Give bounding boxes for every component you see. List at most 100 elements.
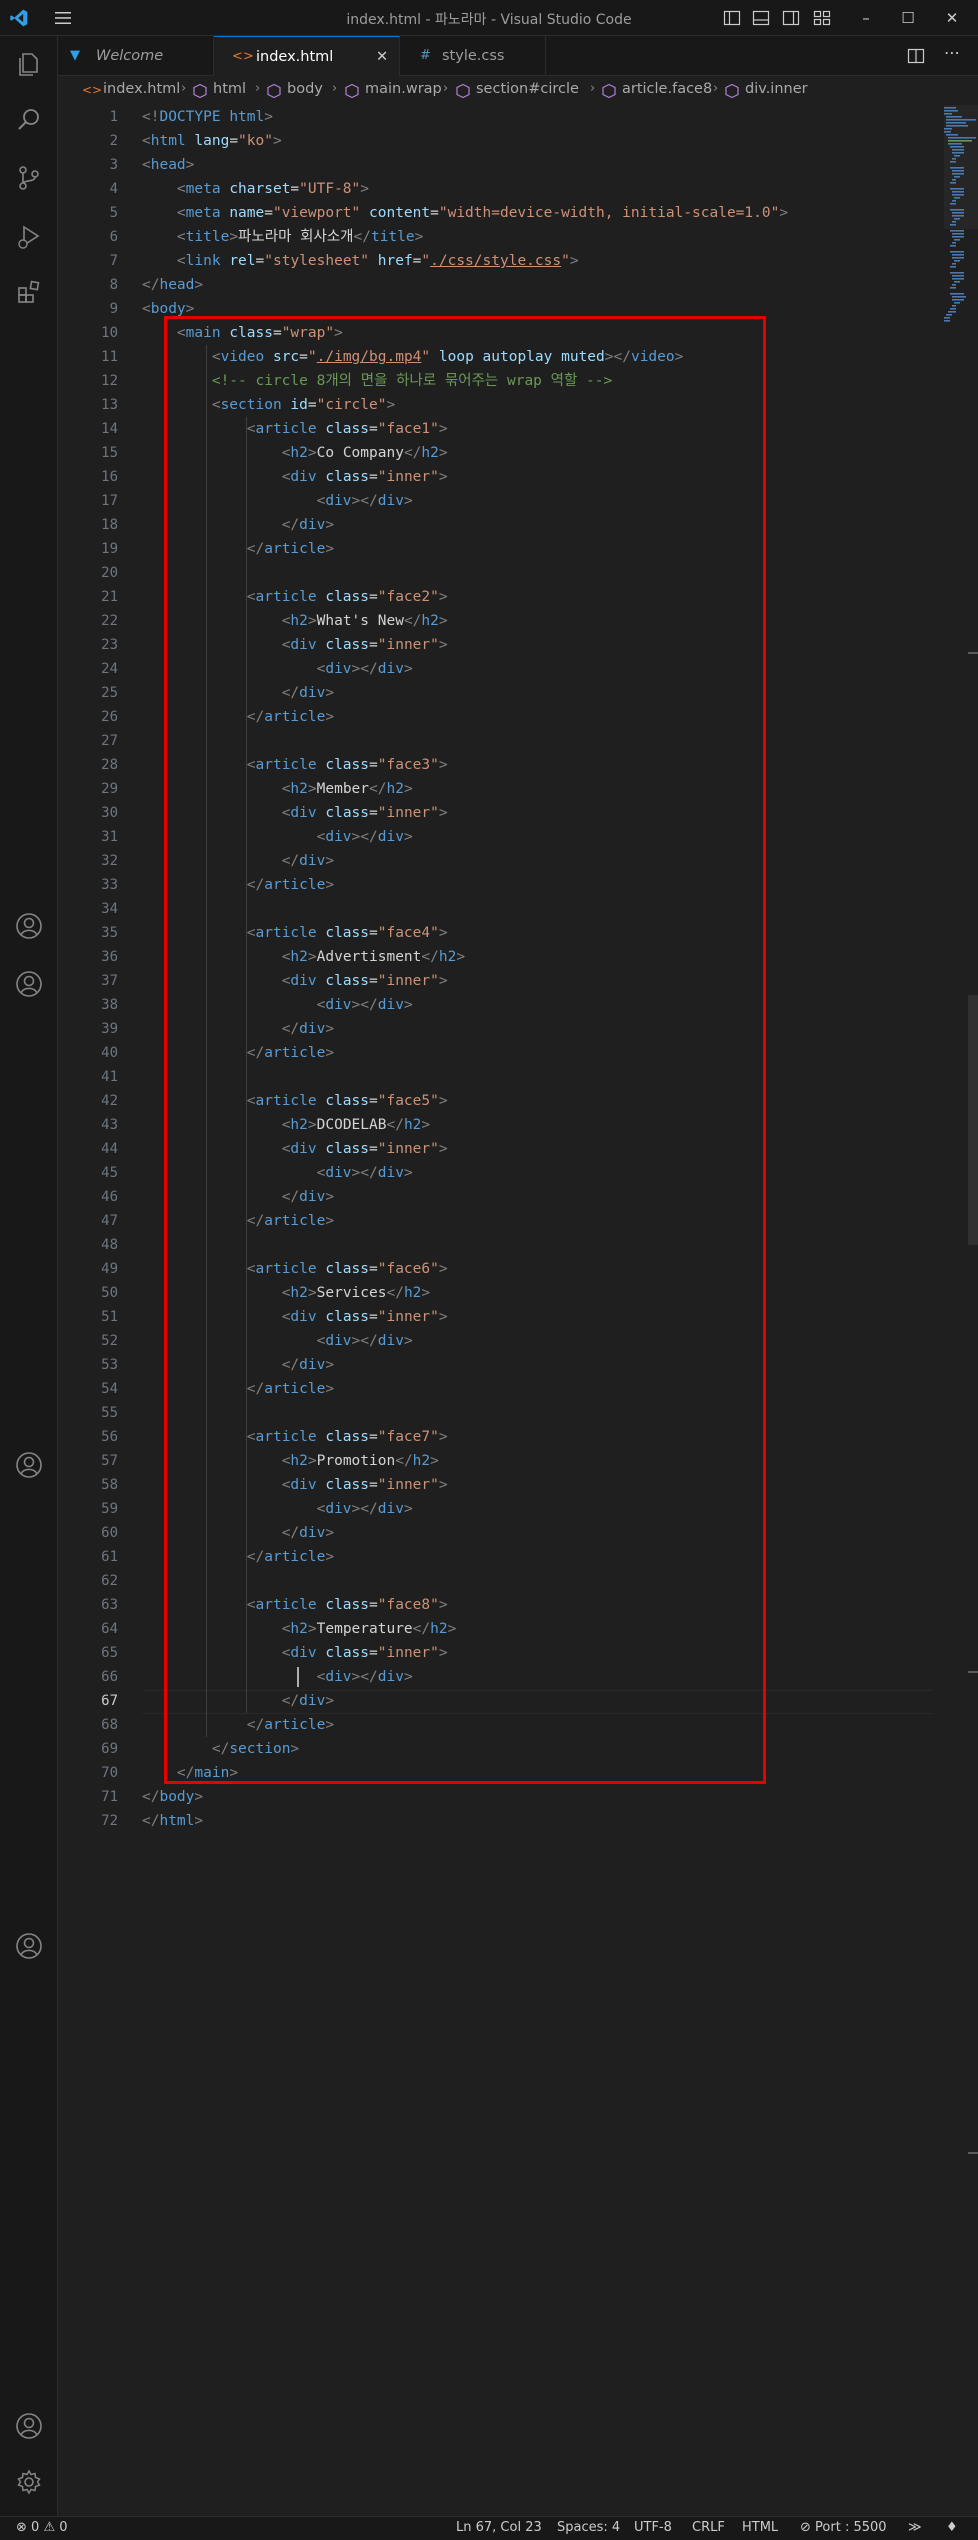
tab-welcome[interactable]: ▼ Welcome <box>58 36 214 76</box>
code-line[interactable]: <div class="inner"> <box>142 1641 448 1665</box>
code-line[interactable]: </div> <box>142 513 334 537</box>
code-line[interactable]: <article class="face7"> <box>142 1425 448 1449</box>
code-line[interactable]: <video src="./img/bg.mp4" loop autoplay … <box>142 345 684 369</box>
breadcrumb-item[interactable]: body <box>287 81 323 97</box>
close-window-icon[interactable]: ✕ <box>940 6 964 30</box>
code-line[interactable]: </article> <box>142 537 334 561</box>
breadcrumb-item[interactable]: html <box>213 81 246 97</box>
code-line[interactable]: <div class="inner"> <box>142 801 448 825</box>
code-line[interactable]: <div></div> <box>142 657 413 681</box>
code-line[interactable]: <article class="face1"> <box>142 417 448 441</box>
breadcrumb-item[interactable]: index.html <box>103 81 180 97</box>
code-line[interactable]: <div class="inner"> <box>142 633 448 657</box>
code-line[interactable]: <h2>Co Company</h2> <box>142 441 448 465</box>
code-line[interactable]: <h2>Temperature</h2> <box>142 1617 457 1641</box>
code-line[interactable]: <h2>What's New</h2> <box>142 609 448 633</box>
code-line[interactable]: </article> <box>142 1209 334 1233</box>
code-line[interactable]: <article class="face2"> <box>142 585 448 609</box>
code-line[interactable]: <div></div> <box>142 1665 413 1689</box>
encoding[interactable]: UTF-8 <box>634 2520 672 2535</box>
tab-index-html[interactable]: <> index.html ✕ <box>214 36 400 77</box>
code-line[interactable]: </article> <box>142 1041 334 1065</box>
search-icon[interactable] <box>13 104 45 136</box>
code-line[interactable]: </div> <box>142 1185 334 1209</box>
accounts-icon[interactable] <box>13 2410 45 2442</box>
code-line[interactable]: </div> <box>142 1521 334 1545</box>
code-line[interactable]: <!-- circle 8개의 면을 하나로 묶어주는 wrap 역할 --> <box>142 369 612 393</box>
more-actions-icon[interactable]: ⋯ <box>942 45 962 66</box>
toggle-panel-icon[interactable] <box>751 8 771 28</box>
code-line[interactable]: <h2>DCODELAB</h2> <box>142 1113 430 1137</box>
code-line[interactable]: </article> <box>142 705 334 729</box>
code-line[interactable]: </html> <box>142 1809 203 1833</box>
code-line[interactable]: <div></div> <box>142 489 413 513</box>
code-line[interactable]: <article class="face4"> <box>142 921 448 945</box>
tab-style-css[interactable]: # style.css <box>400 36 546 76</box>
code-line[interactable]: <div></div> <box>142 1161 413 1185</box>
code-line[interactable]: </body> <box>142 1785 203 1809</box>
code-line[interactable]: <body> <box>142 297 194 321</box>
problems-indicator[interactable]: ⊗ 0 ⚠ 0 <box>16 2520 68 2535</box>
code-line[interactable]: </article> <box>142 1377 334 1401</box>
breadcrumb-item[interactable]: main.wrap <box>365 81 442 97</box>
code-line[interactable]: </div> <box>142 1353 334 1377</box>
close-tab-icon[interactable]: ✕ <box>376 37 388 77</box>
code-line[interactable]: <div></div> <box>142 825 413 849</box>
source-control-icon[interactable] <box>13 162 45 194</box>
code-line[interactable]: <title>파노라마 회사소개</title> <box>142 225 423 249</box>
code-lines[interactable]: <!DOCTYPE html> <html lang="ko"> <head> <m… <box>142 105 932 2495</box>
code-line[interactable]: </head> <box>142 273 203 297</box>
code-line[interactable]: <article class="face5"> <box>142 1089 448 1113</box>
code-line[interactable]: <h2>Promotion</h2> <box>142 1449 439 1473</box>
extensions-icon[interactable] <box>13 276 45 308</box>
toggle-secondary-sidebar-icon[interactable] <box>781 8 801 28</box>
code-line[interactable]: <div class="inner"> <box>142 1305 448 1329</box>
toggle-primary-sidebar-icon[interactable] <box>722 8 742 28</box>
minimize-icon[interactable]: – <box>854 6 878 30</box>
account-icon-3[interactable] <box>13 1449 45 1481</box>
end-of-line[interactable]: CRLF <box>692 2520 725 2535</box>
code-line[interactable]: <div class="inner"> <box>142 1473 448 1497</box>
code-line[interactable]: <div></div> <box>142 1497 413 1521</box>
split-editor-icon[interactable] <box>906 46 926 66</box>
code-line[interactable]: <div class="inner"> <box>142 465 448 489</box>
code-line[interactable]: <div></div> <box>142 1329 413 1353</box>
account-icon-2[interactable] <box>13 968 45 1000</box>
live-server-port[interactable]: ⊘ Port : 5500 <box>800 2520 887 2535</box>
account-icon-1[interactable] <box>13 910 45 942</box>
code-line[interactable]: <meta charset="UTF-8"> <box>142 177 369 201</box>
copilot-icon[interactable]: ≫ <box>908 2520 922 2535</box>
account-icon-4[interactable] <box>13 1930 45 1962</box>
code-line[interactable]: </article> <box>142 1713 334 1737</box>
language-mode[interactable]: HTML <box>742 2520 778 2535</box>
code-line[interactable]: </div> <box>142 1017 334 1041</box>
code-line[interactable]: </div> <box>142 849 334 873</box>
code-line[interactable]: </article> <box>142 1545 334 1569</box>
code-line[interactable]: </main> <box>142 1761 238 1785</box>
vertical-scrollbar[interactable] <box>963 105 978 2495</box>
breadcrumb-item[interactable]: section#circle <box>476 81 579 97</box>
cursor-position[interactable]: Ln 67, Col 23 <box>456 2520 542 2535</box>
code-line[interactable]: <article class="face3"> <box>142 753 448 777</box>
code-line[interactable]: </div> <box>142 681 334 705</box>
code-line[interactable]: <h2>Member</h2> <box>142 777 413 801</box>
run-debug-icon[interactable] <box>13 220 45 252</box>
code-line[interactable]: <html lang="ko"> <box>142 129 282 153</box>
code-line[interactable]: <section id="circle"> <box>142 393 395 417</box>
code-line[interactable]: <div class="inner"> <box>142 1137 448 1161</box>
code-line[interactable]: <article class="face6"> <box>142 1257 448 1281</box>
code-line[interactable]: <h2>Advertisment</h2> <box>142 945 465 969</box>
code-line[interactable]: <h2>Services</h2> <box>142 1281 430 1305</box>
code-line[interactable]: <div></div> <box>142 993 413 1017</box>
explorer-icon[interactable] <box>13 48 45 80</box>
settings-gear-icon[interactable] <box>13 2466 45 2498</box>
code-line[interactable]: </div> <box>142 1689 334 1713</box>
code-line[interactable]: <link rel="stylesheet" href="./css/style… <box>142 249 579 273</box>
indentation[interactable]: Spaces: 4 <box>557 2520 620 2535</box>
code-line[interactable]: <meta name="viewport" content="width=dev… <box>142 201 788 225</box>
code-line[interactable]: <main class="wrap"> <box>142 321 343 345</box>
maximize-icon[interactable]: ☐ <box>896 6 920 30</box>
customize-layout-icon[interactable] <box>812 8 832 28</box>
code-line[interactable]: <head> <box>142 153 194 177</box>
notifications-bell-icon[interactable]: ♦ <box>946 2520 958 2535</box>
